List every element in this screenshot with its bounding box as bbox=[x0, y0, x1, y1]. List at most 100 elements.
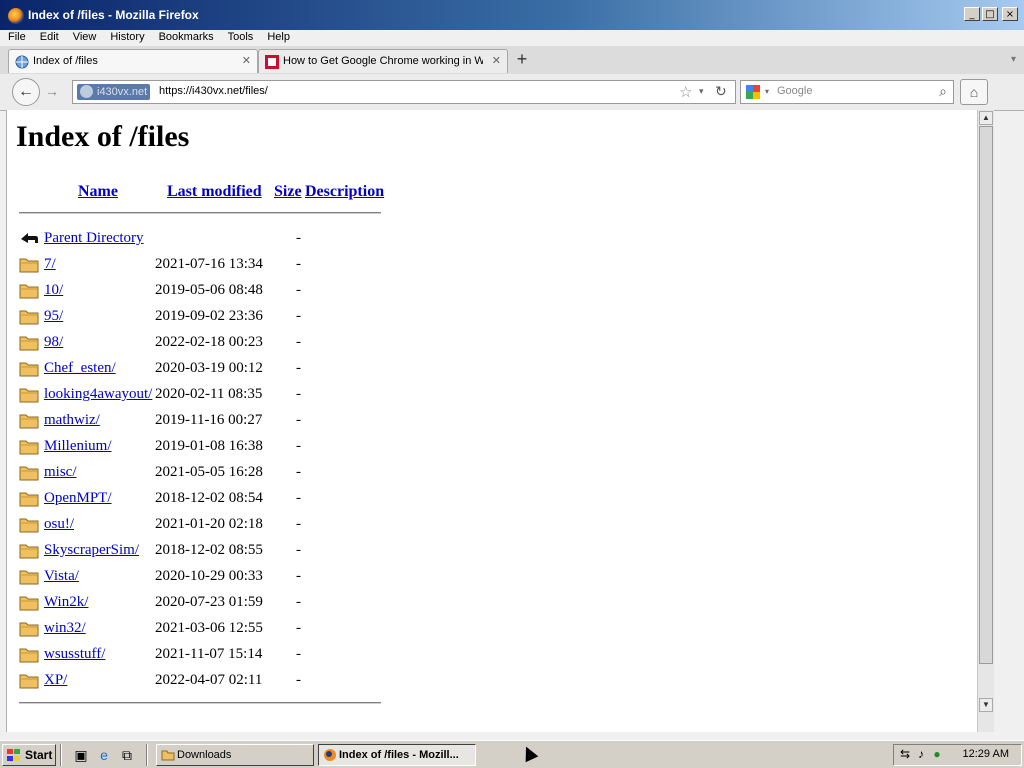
size: - bbox=[296, 594, 301, 610]
column-header-name[interactable]: Name bbox=[78, 183, 118, 201]
directory-link[interactable]: looking4awayout/ bbox=[44, 386, 152, 403]
directory-link[interactable]: osu!/ bbox=[44, 516, 74, 533]
column-header-size[interactable]: Size bbox=[274, 183, 302, 201]
tab-chrome-article[interactable]: How to Get Google Chrome working in Wi..… bbox=[258, 49, 508, 73]
directory-link[interactable]: 7/ bbox=[44, 256, 56, 273]
tab-close-icon[interactable]: ✕ bbox=[242, 54, 251, 67]
system-tray: ⇆ ♪ ● 12:29 AM bbox=[893, 744, 1022, 766]
url-dropdown-icon[interactable]: ▾ bbox=[699, 86, 704, 97]
scroll-up-icon[interactable]: ▲ bbox=[979, 111, 993, 125]
folder-icon bbox=[19, 336, 39, 351]
folder-icon bbox=[19, 310, 39, 325]
back-button[interactable]: ← bbox=[12, 78, 40, 106]
minimize-button[interactable]: _ bbox=[964, 7, 980, 21]
search-engine-dropdown-icon[interactable]: ▾ bbox=[765, 87, 769, 96]
folder-icon bbox=[19, 622, 39, 637]
size: - bbox=[296, 490, 301, 506]
tab-index-of-files[interactable]: Index of /files ✕ bbox=[8, 49, 258, 73]
start-button[interactable]: Start bbox=[2, 744, 56, 766]
last-modified: 2018-12-02 08:54 bbox=[155, 490, 263, 506]
taskbar-separator bbox=[60, 744, 62, 766]
title-bar[interactable]: Index of /files - Mozilla Firefox _ □ × bbox=[0, 0, 1024, 30]
globe-tray-icon[interactable]: ● bbox=[930, 747, 944, 761]
volume-icon[interactable]: ♪ bbox=[914, 747, 928, 761]
last-modified: 2022-04-07 02:11 bbox=[155, 672, 263, 688]
bookmark-star-icon[interactable]: ☆ bbox=[679, 83, 692, 101]
last-modified: 2019-09-02 23:36 bbox=[155, 308, 263, 324]
menu-view[interactable]: View bbox=[73, 30, 97, 44]
directory-link[interactable]: SkyscraperSim/ bbox=[44, 542, 139, 559]
maximize-button[interactable]: □ bbox=[982, 7, 998, 21]
footer-divider bbox=[19, 702, 381, 704]
forward-button[interactable]: → bbox=[42, 83, 62, 101]
clock[interactable]: 12:29 AM bbox=[963, 748, 1009, 760]
task-downloads[interactable]: Downloads bbox=[156, 744, 314, 766]
size: - bbox=[296, 256, 301, 272]
menu-file[interactable]: File bbox=[8, 30, 26, 44]
url-text[interactable]: https://i430vx.net/files/ bbox=[159, 85, 268, 97]
directory-link[interactable]: Vista/ bbox=[44, 568, 79, 585]
folder-icon bbox=[19, 596, 39, 611]
menu-help[interactable]: Help bbox=[267, 30, 290, 44]
page-heading: Index of /files bbox=[16, 120, 190, 153]
directory-link[interactable]: win32/ bbox=[44, 620, 86, 637]
directory-link[interactable]: 95/ bbox=[44, 308, 63, 325]
directory-link[interactable]: wsusstuff/ bbox=[44, 646, 105, 663]
scroll-down-icon[interactable]: ▼ bbox=[979, 698, 993, 712]
vertical-scrollbar[interactable]: ▲ ▼ bbox=[977, 110, 994, 732]
firefox-icon bbox=[324, 749, 336, 761]
firefox-window: Index of /files - Mozilla Firefox _ □ × … bbox=[0, 0, 1024, 740]
menu-tools[interactable]: Tools bbox=[228, 30, 254, 44]
folder-icon bbox=[19, 258, 39, 273]
column-header-last-modified[interactable]: Last modified bbox=[167, 183, 262, 201]
directory-link[interactable]: Chef_esten/ bbox=[44, 360, 116, 377]
network-status-icon[interactable]: ⇆ bbox=[898, 747, 912, 761]
scroll-thumb[interactable] bbox=[979, 126, 993, 664]
directory-link[interactable]: mathwiz/ bbox=[44, 412, 100, 429]
network-icon[interactable]: ⧉ bbox=[118, 746, 136, 764]
start-label: Start bbox=[25, 748, 53, 762]
folder-icon bbox=[19, 570, 39, 585]
show-desktop-icon[interactable]: ▣ bbox=[72, 746, 90, 764]
last-modified: 2019-01-08 16:38 bbox=[155, 438, 263, 454]
menu-edit[interactable]: Edit bbox=[40, 30, 59, 44]
directory-link[interactable]: Win2k/ bbox=[44, 594, 88, 611]
directory-row: SkyscraperSim/2018-12-02 08:55 - bbox=[19, 538, 419, 564]
directory-link[interactable]: 98/ bbox=[44, 334, 63, 351]
task-firefox[interactable]: Index of /files - Mozill... bbox=[318, 744, 476, 766]
internet-explorer-icon[interactable]: e bbox=[95, 746, 113, 764]
site-identity-button[interactable]: i430vx.net bbox=[77, 84, 151, 100]
search-input[interactable]: Google bbox=[777, 85, 812, 97]
google-engine-icon[interactable] bbox=[746, 85, 760, 99]
size: - bbox=[296, 646, 301, 662]
search-bar[interactable]: ▾ Google ⌕ bbox=[740, 80, 954, 104]
tab-close-icon[interactable]: ✕ bbox=[492, 54, 501, 67]
size: - bbox=[296, 568, 301, 584]
column-header-description[interactable]: Description bbox=[305, 183, 384, 201]
close-button[interactable]: × bbox=[1002, 7, 1018, 21]
directory-link[interactable]: misc/ bbox=[44, 464, 77, 481]
directory-row: 95/2019-09-02 23:36 - bbox=[19, 304, 419, 330]
directory-link[interactable]: OpenMPT/ bbox=[44, 490, 112, 507]
back-arrow-icon bbox=[21, 233, 38, 243]
folder-icon bbox=[19, 492, 39, 507]
window-title: Index of /files - Mozilla Firefox bbox=[28, 8, 199, 22]
size: - bbox=[296, 308, 301, 324]
directory-link[interactable]: 10/ bbox=[44, 282, 63, 299]
site-favicon-icon bbox=[265, 55, 279, 69]
search-icon[interactable]: ⌕ bbox=[939, 83, 947, 100]
new-tab-button[interactable]: + bbox=[510, 48, 534, 72]
menu-bookmarks[interactable]: Bookmarks bbox=[159, 30, 214, 44]
url-bar[interactable]: i430vx.net https://i430vx.net/files/ ☆ ▾… bbox=[72, 80, 736, 104]
directory-row: win32/2021-03-06 12:55 - bbox=[19, 616, 419, 642]
reload-icon[interactable]: ↻ bbox=[715, 83, 727, 100]
menu-history[interactable]: History bbox=[110, 30, 144, 44]
directory-link[interactable]: XP/ bbox=[44, 672, 67, 689]
parent-directory-link[interactable]: Parent Directory bbox=[44, 230, 144, 247]
home-button[interactable]: ⌂ bbox=[960, 79, 988, 105]
tab-list-dropdown-icon[interactable]: ▾ bbox=[1011, 54, 1016, 65]
task-label: Downloads bbox=[177, 749, 232, 761]
directory-link[interactable]: Millenium/ bbox=[44, 438, 112, 455]
windows-logo-icon bbox=[7, 749, 20, 761]
navigation-toolbar: ← → i430vx.net https://i430vx.net/files/… bbox=[0, 74, 1024, 111]
